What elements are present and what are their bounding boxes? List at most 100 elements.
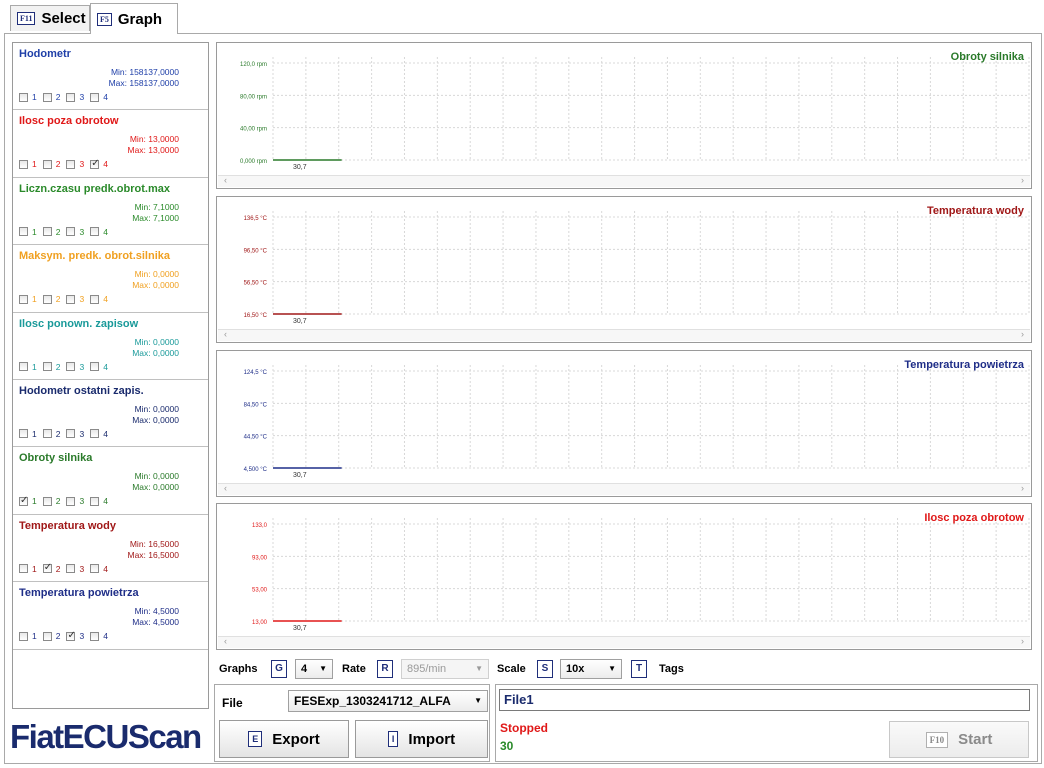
import-button[interactable]: I Import <box>355 720 488 758</box>
graphs-select[interactable]: 4 ▼ <box>295 659 333 679</box>
graph-checkbox-1[interactable]: 1 <box>19 495 37 506</box>
parameter-item[interactable]: Hodometr ostatni zapis. Min: 0,0000 Max: 0… <box>13 380 208 448</box>
checkbox[interactable] <box>19 227 28 237</box>
horizontal-scrollbar[interactable]: ‹ › <box>218 483 1030 495</box>
graph-checkbox-1[interactable]: 1 <box>19 92 37 102</box>
export-button[interactable]: E Export <box>219 720 349 758</box>
graph-checkbox-1[interactable]: 1 <box>19 159 37 169</box>
checkbox[interactable] <box>90 362 100 372</box>
checkbox[interactable] <box>19 159 28 169</box>
scroll-right-icon[interactable]: › <box>1021 329 1024 339</box>
graph-panel[interactable]: 124,5 °C 84,50 °C 44,50 °C 4,500 °C 30,7 Temp… <box>216 350 1032 497</box>
checkbox[interactable] <box>90 429 100 439</box>
graph-checkbox-1[interactable]: 1 <box>19 631 37 641</box>
graph-checkbox-4[interactable]: 4 <box>90 92 108 102</box>
scroll-left-icon[interactable]: ‹ <box>224 329 227 339</box>
scale-key[interactable]: S <box>537 660 553 678</box>
graph-panel[interactable]: 133,0 93,00 53,00 13,00 30,7 Ilosc poza obrot… <box>216 503 1032 650</box>
graph-checkbox-3[interactable]: 3 <box>66 294 84 304</box>
graph-checkbox-3[interactable]: 3 <box>66 429 84 439</box>
scroll-left-icon[interactable]: ‹ <box>224 175 227 185</box>
graph-checkbox-3[interactable]: 3 <box>66 159 84 169</box>
graph-checkbox-2[interactable]: 2 <box>42 496 60 506</box>
graph-checkbox-4[interactable]: 4 <box>90 631 108 641</box>
rate-key[interactable]: R <box>377 660 393 678</box>
checkbox[interactable] <box>19 429 28 439</box>
horizontal-scrollbar[interactable]: ‹ › <box>218 175 1030 187</box>
checkbox[interactable] <box>19 564 28 574</box>
file-select[interactable]: FESExp_1303241712_ALFA ▼ <box>288 690 488 712</box>
graphs-key[interactable]: G <box>271 660 287 678</box>
scroll-left-icon[interactable]: ‹ <box>224 483 227 493</box>
parameter-item[interactable]: Liczn.czasu predk.obrot.max Min: 7,1000 Ma… <box>13 178 208 246</box>
checkbox[interactable] <box>66 227 76 237</box>
graph-checkbox-1[interactable]: 1 <box>19 429 37 439</box>
graph-checkbox-4[interactable]: 4 <box>90 496 108 506</box>
checkbox[interactable] <box>42 362 52 372</box>
graph-checkbox-4[interactable]: 4 <box>90 158 108 169</box>
graph-checkbox-2[interactable]: 2 <box>42 362 60 372</box>
checkbox[interactable] <box>90 631 100 641</box>
graph-checkbox-4[interactable]: 4 <box>90 429 108 439</box>
checkbox[interactable] <box>66 294 76 304</box>
parameter-item[interactable]: Obroty silnika Min: 0,0000Max: 0,0000 1 2 3 4 <box>13 447 208 515</box>
parameter-item[interactable]: Temperatura powietrza Min: 4,5000 Max: 4,5… <box>13 582 208 650</box>
checkbox[interactable] <box>19 495 28 506</box>
filename-field[interactable]: File1 <box>499 689 1030 711</box>
checkbox[interactable] <box>90 496 100 506</box>
tab-select[interactable]: F11 Select <box>10 5 90 31</box>
graph-checkbox-4[interactable]: 4 <box>90 227 108 237</box>
checkbox[interactable] <box>90 227 100 237</box>
graph-checkbox-2[interactable]: 2 <box>42 631 60 641</box>
parameter-list[interactable]: Hodometr Min: 158137,0000 Max: 158137,0000… <box>12 42 209 709</box>
graph-checkbox-3[interactable]: 3 <box>66 227 84 237</box>
graph-checkbox-3[interactable]: 3 <box>66 496 84 506</box>
parameter-item[interactable]: Maksym. predk. obrot.silnika Min: 0,0000 M… <box>13 245 208 313</box>
graph-checkbox-1[interactable]: 1 <box>19 227 37 237</box>
checkbox[interactable] <box>66 564 76 574</box>
graph-checkbox-2[interactable]: 2 <box>42 227 60 237</box>
parameter-item[interactable]: Ilosc poza obrotow Min: 13,0000 Max: 13,00… <box>13 110 208 178</box>
graph-checkbox-1[interactable]: 1 <box>19 564 37 574</box>
checkbox[interactable] <box>66 159 76 169</box>
start-button[interactable]: F10 Start <box>889 721 1029 758</box>
checkbox[interactable] <box>19 294 28 304</box>
checkbox[interactable] <box>19 362 28 372</box>
checkbox[interactable] <box>42 429 52 439</box>
checkbox[interactable] <box>42 92 52 102</box>
scale-select[interactable]: 10x ▼ <box>560 659 622 679</box>
graph-checkbox-2[interactable]: 2 <box>42 159 60 169</box>
graph-checkbox-4[interactable]: 4 <box>90 564 108 574</box>
horizontal-scrollbar[interactable]: ‹ › <box>218 636 1030 648</box>
scroll-right-icon[interactable]: › <box>1021 175 1024 185</box>
checkbox[interactable] <box>42 159 52 169</box>
checkbox[interactable] <box>90 92 100 102</box>
checkbox[interactable] <box>19 631 28 641</box>
checkbox[interactable] <box>66 92 76 102</box>
horizontal-scrollbar[interactable]: ‹ › <box>218 329 1030 341</box>
graph-panel[interactable]: 136,5 °C 96,50 °C 56,50 °C 16,50 °C 30,7 Temp… <box>216 196 1032 343</box>
checkbox[interactable] <box>66 362 76 372</box>
checkbox[interactable] <box>66 429 76 439</box>
rate-select[interactable]: 895/min ▼ <box>401 659 489 679</box>
scroll-right-icon[interactable]: › <box>1021 483 1024 493</box>
checkbox[interactable] <box>90 564 100 574</box>
tab-graph[interactable]: F5 Graph <box>90 3 178 34</box>
checkbox[interactable] <box>42 562 52 574</box>
graph-checkbox-2[interactable]: 2 <box>42 294 60 304</box>
graph-panel[interactable]: 120,0 rpm 80,00 rpm 40,00 rpm 0,000 rpm 30,7… <box>216 42 1032 189</box>
parameter-item[interactable]: Ilosc ponown. zapisow Min: 0,0000 Max: 0,0… <box>13 313 208 380</box>
checkbox[interactable] <box>90 158 100 169</box>
graph-checkbox-1[interactable]: 1 <box>19 362 37 372</box>
graph-checkbox-2[interactable]: 2 <box>42 429 60 439</box>
graph-checkbox-4[interactable]: 4 <box>90 362 108 372</box>
scroll-right-icon[interactable]: › <box>1021 636 1024 646</box>
checkbox[interactable] <box>42 496 52 506</box>
graph-checkbox-2[interactable]: 2 <box>42 562 60 574</box>
parameter-item[interactable]: Temperatura wody Min: 16,5000 Max: 16,5000… <box>13 515 208 583</box>
checkbox[interactable] <box>66 630 76 641</box>
graph-checkbox-2[interactable]: 2 <box>42 92 60 102</box>
checkbox[interactable] <box>42 631 52 641</box>
checkbox[interactable] <box>42 227 52 237</box>
graph-checkbox-4[interactable]: 4 <box>90 294 108 304</box>
